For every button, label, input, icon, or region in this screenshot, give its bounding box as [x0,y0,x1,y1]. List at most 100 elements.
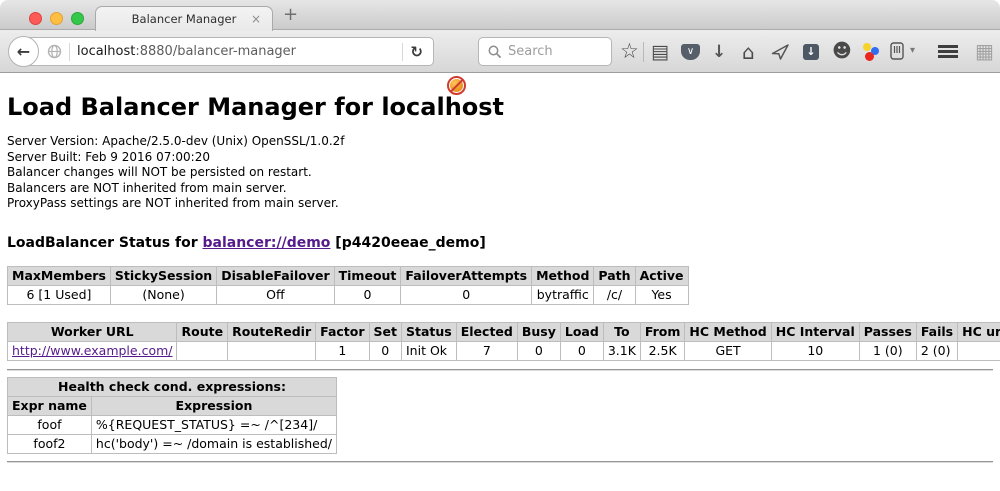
url-bar[interactable]: localhost:8880/balancer-manager ↻ [24,37,434,66]
burger-bar [938,55,958,58]
header-busy: Busy [517,322,560,341]
horizontal-rule [7,461,993,463]
server-version-line: Server Version: Apache/2.5.0-dev (Unix) … [7,134,993,150]
health-check-table: Health check cond. expressions: Expr nam… [7,377,337,454]
cell-load: 0 [560,341,603,360]
blocked-content-icon[interactable] [447,76,466,95]
grid-icon[interactable]: ▦ [975,39,994,63]
chat-smiley-icon[interactable]: ☻ [832,40,852,62]
downloads-icon[interactable]: ↓ [712,42,726,62]
header-active: Active [635,266,688,285]
reload-icon: ↻ [410,43,423,61]
search-input[interactable] [508,44,602,59]
table-row: 6 [1 Used] (None) Off 0 0 bytraffic /c/ … [8,285,689,304]
cell-busy: 0 [517,341,560,360]
url-text[interactable]: localhost:8880/balancer-manager [77,44,296,59]
send-paper-plane-icon[interactable] [771,43,790,65]
header-worker-url: Worker URL [8,322,177,341]
header-fails: Fails [916,322,957,341]
cell-set: 0 [369,341,401,360]
header-elected: Elected [456,322,517,341]
header-load: Load [560,322,603,341]
page-content: Load Balancer Manager for localhost Serv… [0,93,1000,463]
header-failoverattempts: FailoverAttempts [401,266,532,285]
header-status: Status [402,322,457,341]
server-info: Server Version: Apache/2.5.0-dev (Unix) … [7,134,993,212]
header-expression: Expression [91,396,336,415]
horizontal-rule [7,369,993,371]
header-hc-interval: HC Interval [771,322,859,341]
header-routeredir: RouteRedir [228,322,316,341]
header-factor: Factor [316,322,369,341]
cell-path: /c/ [594,285,635,304]
pocket-icon[interactable]: ∨ [681,44,700,60]
new-tab-button[interactable]: + [283,4,298,25]
header-passes: Passes [859,322,916,341]
url-domain: localhost [77,44,135,59]
header-hc-uri: HC uri [958,322,1000,341]
loadbalancer-status-heading: LoadBalancer Status for balancer://demo … [7,235,993,251]
search-bar[interactable] [478,37,612,66]
burger-bar [938,45,958,48]
header-maxmembers: MaxMembers [8,266,111,285]
cell-fails: 2 (0) [916,341,957,360]
health-table-title: Health check cond. expressions: [8,377,337,396]
header-path: Path [594,266,635,285]
cell-routeredir [228,341,316,360]
page-title: Load Balancer Manager for localhost [7,93,993,121]
tab-bar: Balancer Manager × + [0,0,1000,30]
browser-window: Balancer Manager × + ← localhost:8880/ba… [0,0,1000,491]
cell-expr-name: foof [8,415,92,434]
cell-disablefailover: Off [217,285,334,304]
worker-url-link[interactable]: http://www.example.com/ [12,343,172,358]
home-icon[interactable]: ⌂ [742,40,755,64]
cell-hc-interval: 10 [771,341,859,360]
container-icon[interactable] [890,42,904,64]
burger-bar [938,50,958,53]
cell-to: 3.1K [603,341,640,360]
header-route: Route [177,322,228,341]
server-built-line: Server Built: Feb 9 2016 07:00:20 [7,150,993,166]
back-button[interactable]: ← [8,36,39,67]
cell-status: Init Ok [402,341,457,360]
balancer-settings-table: MaxMembers StickySession DisableFailover… [7,266,689,305]
cell-maxmembers: 6 [1 Used] [8,285,111,304]
cell-from: 2.5K [640,341,685,360]
persist-note-line: Balancer changes will NOT be persisted o… [7,165,993,181]
url-path: :8880/balancer-manager [135,44,296,59]
addon-arrow: ↓ [806,45,815,58]
cell-elected: 7 [456,341,517,360]
table-header-row: Expr name Expression [8,396,337,415]
colored-dots-icon[interactable] [861,43,879,61]
status-suffix: [p4420eeae_demo] [330,235,485,251]
cell-passes: 1 (0) [859,341,916,360]
cell-method: bytraffic [532,285,594,304]
status-prefix: LoadBalancer Status for [7,235,203,251]
menu-hamburger-icon[interactable] [938,45,958,58]
tab-balancer-manager[interactable]: Balancer Manager × [95,6,273,31]
zoom-window-button[interactable] [71,12,84,25]
close-window-button[interactable] [29,12,42,25]
proxypass-note-line: ProxyPass settings are NOT inherited fro… [7,196,993,212]
header-disablefailover: DisableFailover [217,266,334,285]
minimize-window-button[interactable] [50,12,63,25]
balancer-demo-link[interactable]: balancer://demo [203,235,331,251]
back-icon: ← [17,42,30,61]
container-menu-caret-icon[interactable]: ▾ [910,45,915,56]
square-download-icon[interactable]: ↓ [803,44,819,60]
cell-active: Yes [635,285,688,304]
cell-route [177,341,228,360]
cell-expression: hc('body') =~ /domain is established/ [91,434,336,453]
cell-timeout: 0 [334,285,401,304]
cell-expression: %{REQUEST_STATUS} =~ /^[234]/ [91,415,336,434]
dot-yellow [863,43,871,51]
reload-button[interactable]: ↻ [410,43,423,61]
header-expr-name: Expr name [8,396,92,415]
balancers-note-line: Balancers are NOT inherited from main se… [7,181,993,197]
bookmark-star-icon[interactable]: ☆ [620,39,639,63]
header-to: To [603,322,640,341]
tab-close-icon[interactable]: × [251,12,261,26]
cell-factor: 1 [316,341,369,360]
reading-list-icon[interactable]: ▤ [651,41,669,63]
navigation-toolbar: ← localhost:8880/balancer-manager ↻ [0,30,1000,73]
